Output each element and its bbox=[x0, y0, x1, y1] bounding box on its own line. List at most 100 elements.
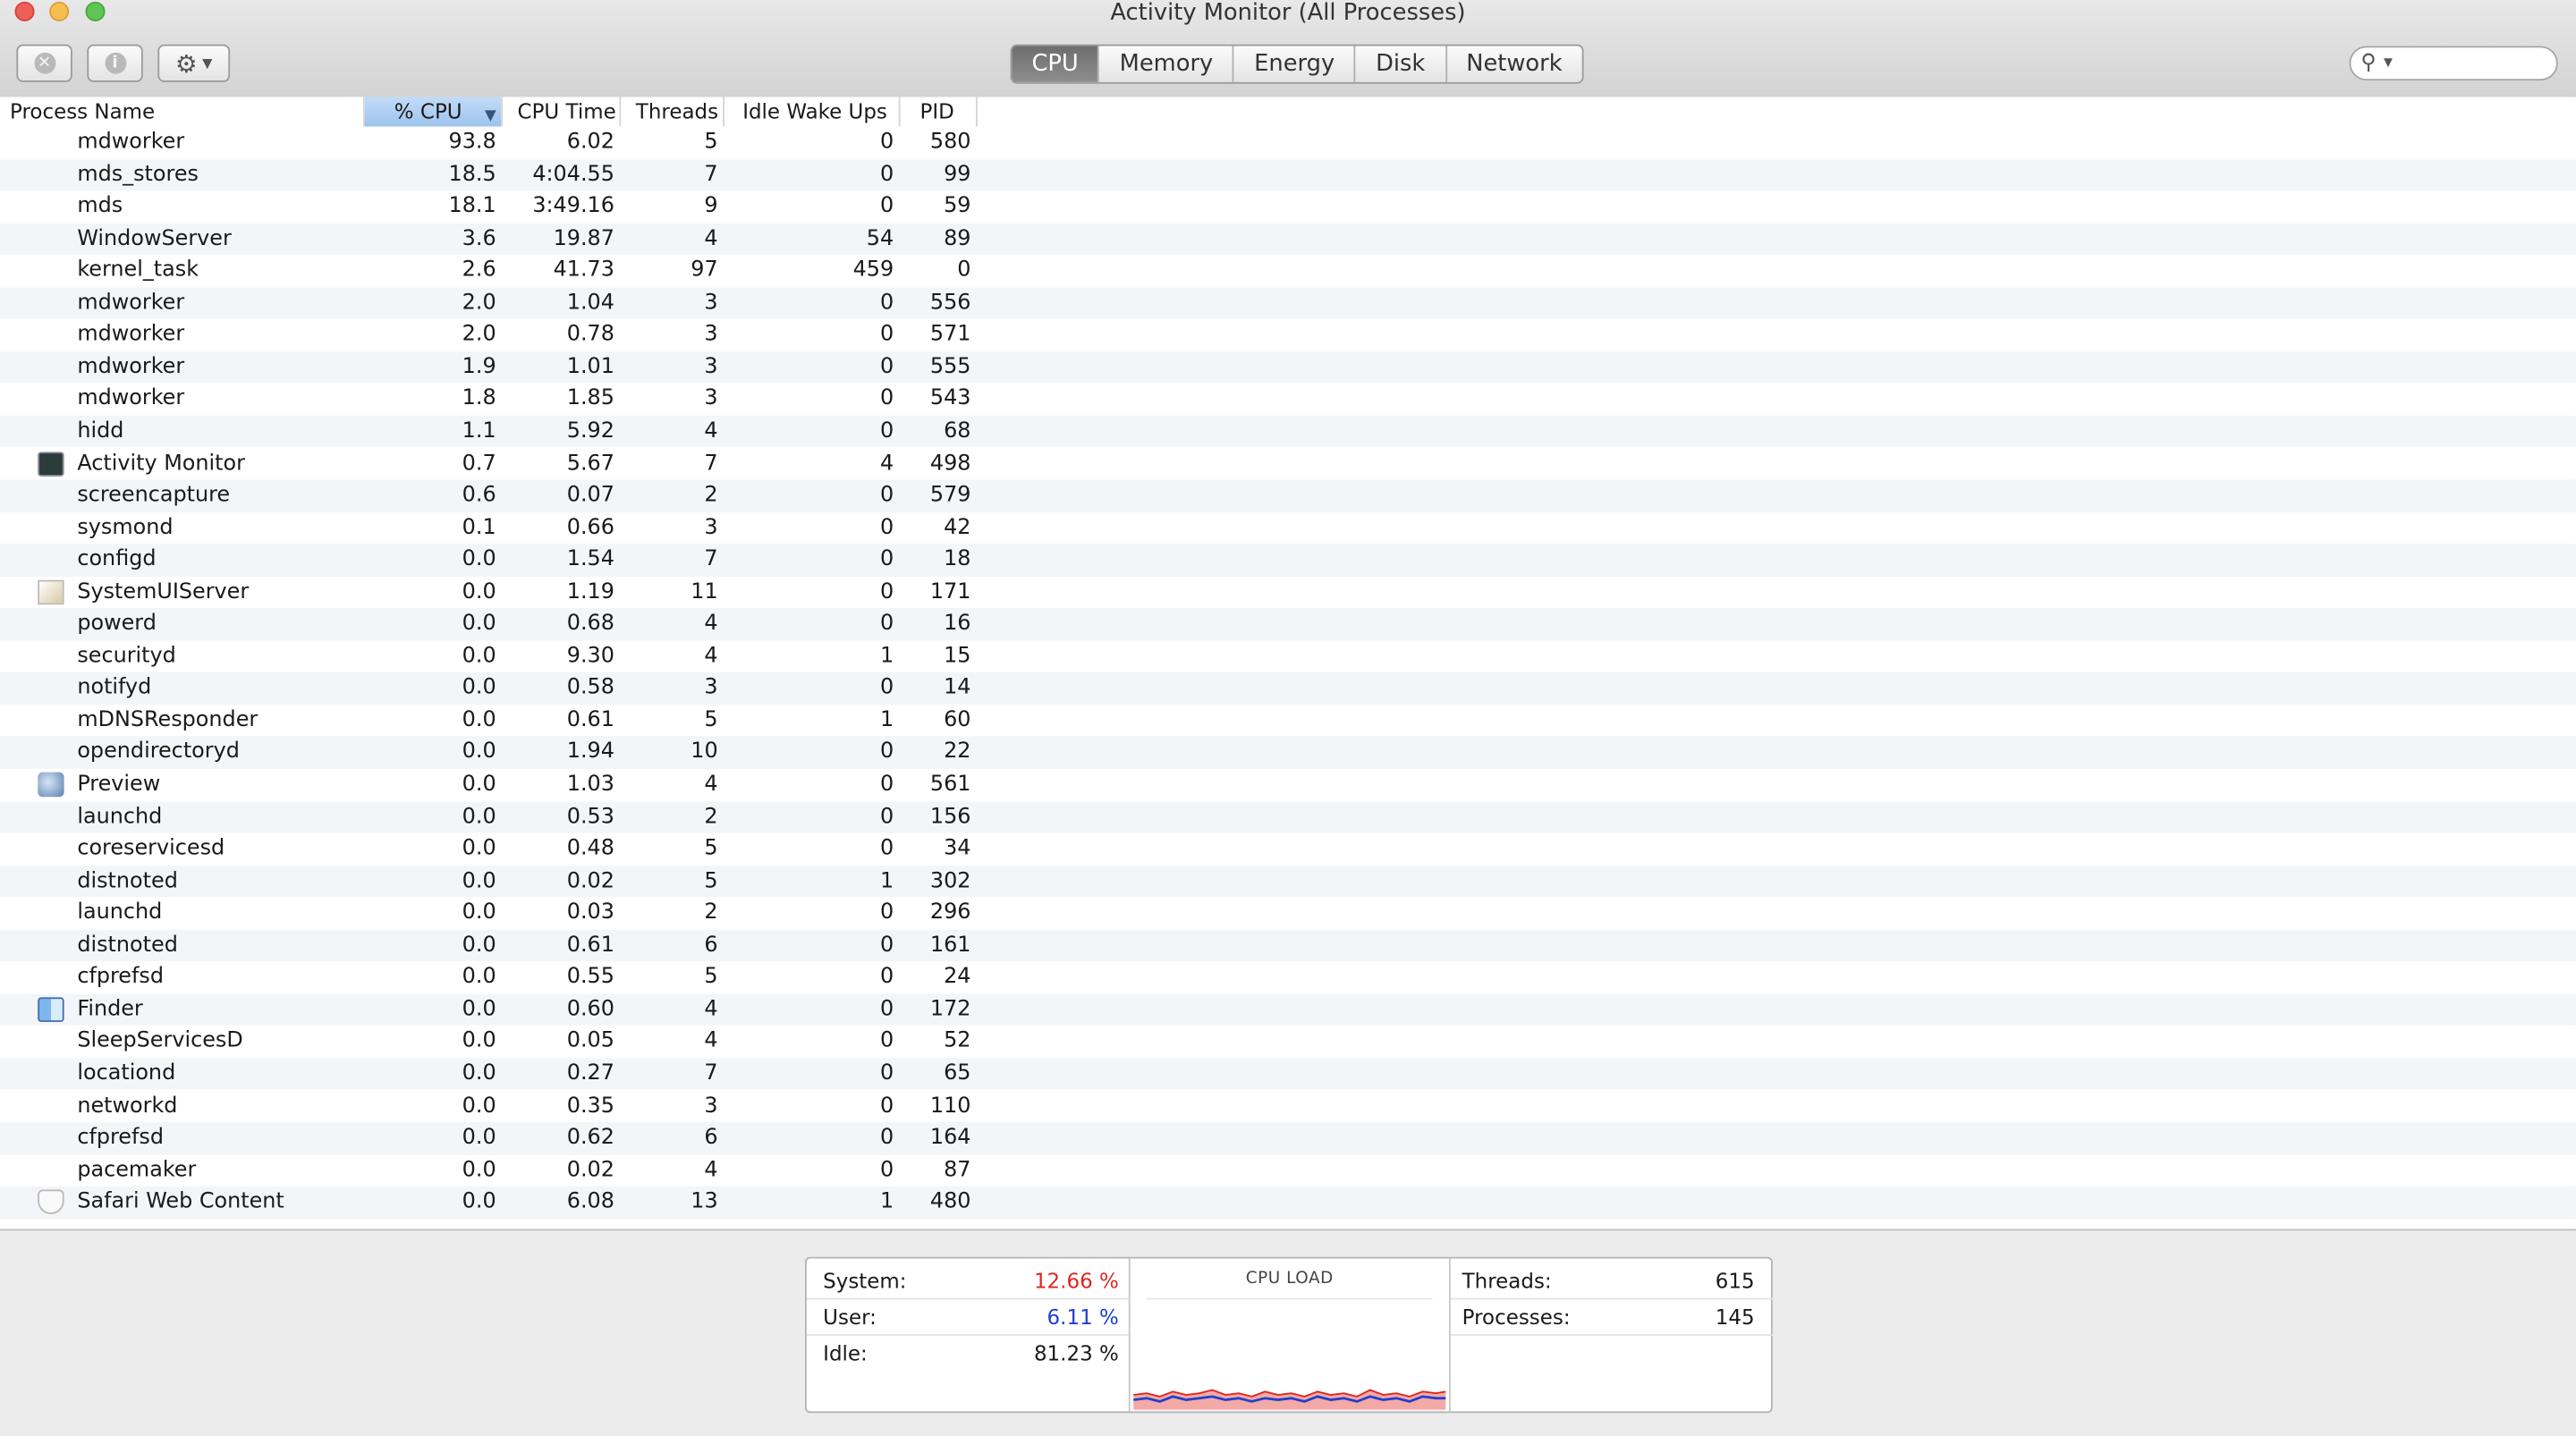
table-row[interactable]: mDNSResponder 0.0 0.61 5 1 60 bbox=[0, 705, 2576, 737]
cpu-percent-cell: 0.0 bbox=[462, 1093, 496, 1119]
thread-count-cell: 13 bbox=[691, 1189, 718, 1215]
table-row[interactable]: Activity Monitor 0.7 5.67 7 4 498 bbox=[0, 448, 2576, 480]
close-window-button[interactable] bbox=[14, 1, 35, 21]
pid-cell: 571 bbox=[929, 322, 971, 348]
process-table[interactable]: mdworker 93.8 6.02 5 0 580 mds_stores 18.5 4:04.… bbox=[0, 126, 2576, 1229]
cpu-percent-cell: 0.6 bbox=[462, 483, 496, 508]
finder-icon bbox=[38, 997, 64, 1022]
search-field[interactable]: ⚲ ▼ bbox=[2349, 46, 2558, 81]
table-row[interactable]: pacemaker 0.0 0.02 4 0 87 bbox=[0, 1154, 2576, 1187]
tab-cpu[interactable]: CPU bbox=[1012, 46, 1098, 82]
table-row[interactable]: Finder 0.0 0.60 4 0 172 bbox=[0, 993, 2576, 1026]
cpu-time-cell: 1.04 bbox=[566, 290, 614, 316]
tab-network[interactable]: Network bbox=[1445, 46, 1581, 82]
cpu-percent-cell: 0.0 bbox=[462, 643, 496, 669]
table-row[interactable]: locationd 0.0 0.27 7 0 65 bbox=[0, 1058, 2576, 1091]
idle-wake-ups-cell: 0 bbox=[879, 418, 894, 444]
table-row[interactable]: screencapture 0.6 0.07 2 0 579 bbox=[0, 479, 2576, 512]
column-idle-wake-ups[interactable]: Idle Wake Ups bbox=[724, 97, 901, 127]
thread-count-cell: 7 bbox=[704, 1060, 718, 1086]
pid-cell: 52 bbox=[944, 1028, 971, 1054]
table-row[interactable]: mdworker 2.0 1.04 3 0 556 bbox=[0, 287, 2576, 320]
tab-energy[interactable]: Energy bbox=[1233, 46, 1354, 82]
process-name-cell: sysmond bbox=[77, 515, 174, 540]
activity-monitor-icon bbox=[38, 451, 64, 476]
cpu-time-cell: 0.61 bbox=[566, 933, 614, 958]
thread-count-cell: 9 bbox=[704, 193, 718, 219]
processes-value: 145 bbox=[1715, 1304, 1755, 1330]
cpu-percent-cell: 1.1 bbox=[462, 418, 496, 444]
table-row[interactable]: notifyd 0.0 0.58 3 0 14 bbox=[0, 672, 2576, 705]
cpu-percent-cell: 0.0 bbox=[462, 547, 496, 572]
cpu-time-cell: 0.60 bbox=[566, 997, 614, 1022]
table-row[interactable]: mdworker 2.0 0.78 3 0 571 bbox=[0, 319, 2576, 351]
cpu-time-cell: 0.78 bbox=[566, 322, 614, 348]
process-name-cell: opendirectoryd bbox=[77, 739, 240, 765]
table-row[interactable]: cfprefsd 0.0 0.62 6 0 164 bbox=[0, 1122, 2576, 1155]
cpu-percent-cell: 0.0 bbox=[462, 739, 496, 765]
column-cpu-time[interactable]: CPU Time bbox=[503, 97, 622, 127]
cpu-time-cell: 0.02 bbox=[566, 868, 614, 893]
table-row[interactable]: securityd 0.0 9.30 4 1 15 bbox=[0, 640, 2576, 672]
table-row[interactable]: launchd 0.0 0.03 2 0 296 bbox=[0, 898, 2576, 930]
idle-wake-ups-cell: 0 bbox=[879, 900, 894, 925]
cpu-percent-cell: 0.0 bbox=[462, 997, 496, 1022]
process-name-cell: mdworker bbox=[77, 322, 185, 348]
table-row[interactable]: SystemUIServer 0.0 1.19 11 0 171 bbox=[0, 576, 2576, 608]
table-row[interactable]: distnoted 0.0 0.02 5 1 302 bbox=[0, 865, 2576, 898]
minimize-window-button[interactable] bbox=[49, 1, 70, 21]
pid-cell: 14 bbox=[944, 675, 971, 701]
table-row[interactable]: WindowServer 3.6 19.87 4 54 89 bbox=[0, 223, 2576, 256]
table-row[interactable]: SleepServicesD 0.0 0.05 4 0 52 bbox=[0, 1026, 2576, 1058]
cpu-percent-cell: 0.0 bbox=[462, 900, 496, 925]
cpu-time-cell: 0.48 bbox=[566, 836, 614, 862]
thread-count-cell: 7 bbox=[704, 547, 718, 572]
process-name-cell: launchd bbox=[77, 900, 163, 925]
idle-wake-ups-cell: 0 bbox=[879, 965, 894, 990]
table-row[interactable]: distnoted 0.0 0.61 6 0 161 bbox=[0, 929, 2576, 962]
threads-label: Threads: bbox=[1462, 1268, 1552, 1294]
idle-wake-ups-cell: 0 bbox=[879, 675, 894, 701]
pid-cell: 22 bbox=[944, 739, 971, 765]
stop-process-button[interactable]: ✕ bbox=[16, 44, 72, 82]
process-name-cell: launchd bbox=[77, 804, 163, 830]
action-menu-button[interactable]: ⚙ ▼ bbox=[157, 44, 231, 82]
table-row[interactable]: Safari Web Content 0.0 6.08 13 1 480 bbox=[0, 1186, 2576, 1219]
column-cpu[interactable]: % CPU ▼ bbox=[364, 97, 504, 127]
tab-disk[interactable]: Disk bbox=[1354, 46, 1445, 82]
cpu-percent-cell: 0.0 bbox=[462, 1028, 496, 1054]
table-row[interactable]: opendirectoryd 0.0 1.94 10 0 22 bbox=[0, 737, 2576, 769]
zoom-window-button[interactable] bbox=[85, 1, 106, 21]
idle-wake-ups-cell: 0 bbox=[879, 1060, 894, 1086]
column-process-name[interactable]: Process Name bbox=[0, 97, 365, 127]
inspect-process-button[interactable]: i bbox=[87, 44, 143, 82]
table-row[interactable]: configd 0.0 1.54 7 0 18 bbox=[0, 544, 2576, 577]
thread-count-cell: 2 bbox=[704, 900, 718, 925]
table-row[interactable]: launchd 0.0 0.53 2 0 156 bbox=[0, 800, 2576, 833]
tab-memory[interactable]: Memory bbox=[1097, 46, 1233, 82]
table-row[interactable]: Preview 0.0 1.03 4 0 561 bbox=[0, 769, 2576, 801]
table-row[interactable]: sysmond 0.1 0.66 3 0 42 bbox=[0, 512, 2576, 545]
thread-count-cell: 97 bbox=[691, 258, 718, 283]
column-threads[interactable]: Threads bbox=[621, 97, 724, 127]
table-row[interactable]: mdworker 93.8 6.02 5 0 580 bbox=[0, 126, 2576, 158]
table-row[interactable]: hidd 1.1 5.92 4 0 68 bbox=[0, 415, 2576, 448]
table-row[interactable]: mds_stores 18.5 4:04.55 7 0 99 bbox=[0, 158, 2576, 191]
idle-wake-ups-cell: 0 bbox=[879, 1125, 894, 1151]
cpu-percent-cell: 18.1 bbox=[448, 193, 496, 219]
table-row[interactable]: coreservicesd 0.0 0.48 5 0 34 bbox=[0, 833, 2576, 866]
column-pid[interactable]: PID bbox=[901, 97, 978, 127]
table-row[interactable]: mdworker 1.8 1.85 3 0 543 bbox=[0, 384, 2576, 416]
cpu-time-cell: 4:04.55 bbox=[532, 162, 614, 187]
table-row[interactable]: cfprefsd 0.0 0.55 5 0 24 bbox=[0, 961, 2576, 993]
table-row[interactable]: kernel_task 2.6 41.73 97 459 0 bbox=[0, 255, 2576, 287]
table-row[interactable]: networkd 0.0 0.35 3 0 110 bbox=[0, 1090, 2576, 1122]
table-row[interactable]: mds 18.1 3:49.16 9 0 59 bbox=[0, 190, 2576, 223]
pid-cell: 164 bbox=[929, 1125, 971, 1151]
preview-icon bbox=[38, 772, 64, 798]
table-row[interactable]: mdworker 1.9 1.01 3 0 555 bbox=[0, 351, 2576, 384]
table-row[interactable]: powerd 0.0 0.68 4 0 16 bbox=[0, 608, 2576, 641]
thread-count-cell: 3 bbox=[704, 354, 718, 380]
idle-wake-ups-cell: 0 bbox=[879, 997, 894, 1022]
cpu-load-sparkline bbox=[1133, 1389, 1446, 1410]
